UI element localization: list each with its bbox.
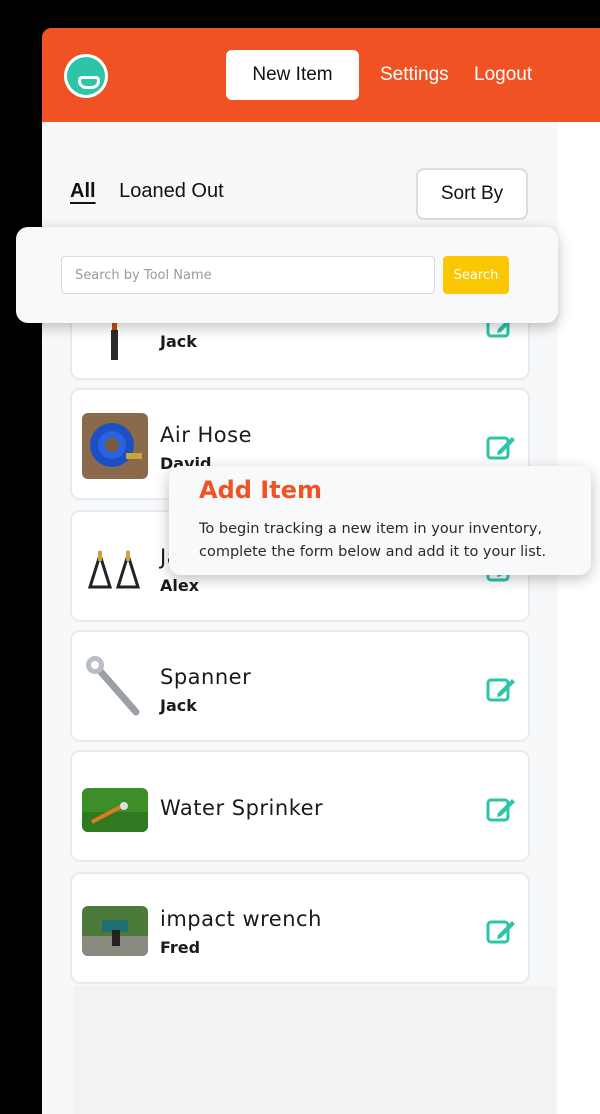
edit-icon[interactable] — [486, 916, 516, 946]
tool-name: Water Sprinker — [160, 796, 324, 820]
sort-by-button[interactable]: Sort By — [416, 168, 528, 220]
tab-loaned-out[interactable]: Loaned Out — [119, 180, 224, 202]
tool-owner: Fred — [160, 938, 201, 957]
add-item-tooltip: Add Item To begin tracking a new item in… — [169, 466, 591, 575]
tool-card-spanner[interactable]: Spanner Jack — [70, 630, 530, 742]
sprinkler-image — [82, 788, 148, 832]
spanner-image — [82, 654, 148, 720]
settings-link[interactable]: Settings — [380, 64, 449, 86]
tool-card-impact-wrench[interactable]: impact wrench Fred — [70, 872, 530, 984]
air-hose-image — [82, 413, 148, 479]
tool-owner: Jack — [160, 696, 197, 715]
tool-name: impact wrench — [160, 907, 322, 931]
tool-name: Spanner — [160, 665, 252, 689]
app-header: New Item Settings Logout — [42, 28, 600, 122]
app-logo[interactable] — [64, 54, 108, 98]
search-button[interactable]: Search — [443, 256, 509, 294]
tooltip-body: To begin tracking a new item in your inv… — [199, 521, 547, 560]
tooltip-title: Add Item — [199, 476, 322, 504]
search-input[interactable] — [61, 256, 435, 294]
logout-link[interactable]: Logout — [474, 64, 532, 86]
jack-stands-image — [82, 535, 148, 601]
tool-card-sprinkler[interactable]: Water Sprinker — [70, 750, 530, 862]
search-panel: Search — [16, 227, 558, 323]
edit-icon[interactable] — [486, 674, 516, 704]
tool-owner: Jack — [160, 332, 197, 351]
edit-icon[interactable] — [486, 432, 516, 462]
tab-all[interactable]: All — [70, 180, 96, 202]
edit-icon[interactable] — [486, 794, 516, 824]
tool-owner: Alex — [160, 576, 200, 595]
tool-name: Air Hose — [160, 423, 253, 447]
filter-tabs: All Loaned Out — [70, 180, 224, 203]
impact-wrench-image — [82, 906, 148, 956]
new-item-button[interactable]: New Item — [226, 50, 359, 100]
list-bottom-area — [74, 986, 556, 1114]
